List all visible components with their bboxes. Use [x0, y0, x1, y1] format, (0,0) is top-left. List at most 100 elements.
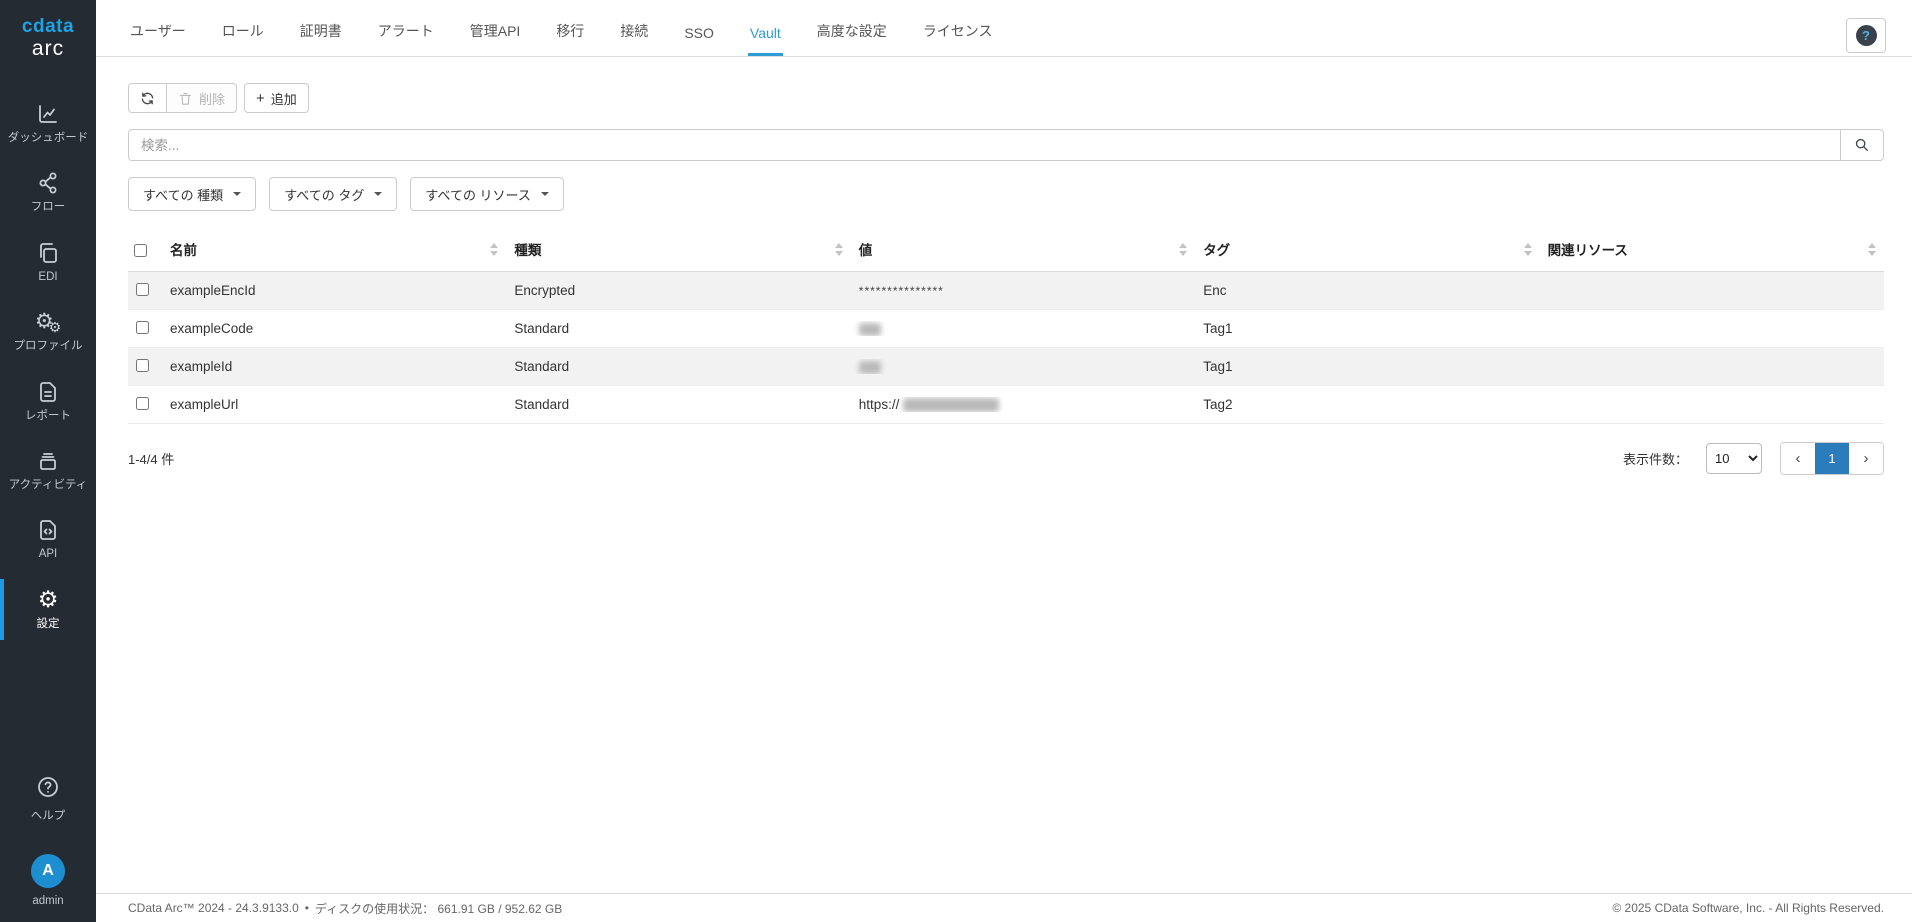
tab-certificates[interactable]: 証明書 — [298, 21, 344, 56]
gear-icon: ⚙ — [37, 586, 59, 613]
sidebar-item-edi[interactable]: EDI — [0, 232, 96, 293]
sidebar-item-settings[interactable]: ⚙ 設定 — [0, 579, 96, 640]
column-label: タグ — [1203, 243, 1231, 258]
cell-tag: Tag2 — [1203, 397, 1233, 412]
disk-usage-text: ディスクの使用状況： 661.91 GB / 952.62 GB — [314, 901, 563, 916]
column-header-type[interactable]: 種類 — [506, 229, 850, 271]
page-number-button[interactable]: 1 — [1815, 443, 1849, 474]
filter-tag-label: すべての タグ — [284, 187, 365, 203]
table-row[interactable]: exampleId Standard Tag1 — [128, 348, 1884, 386]
filter-row: すべての 種類 すべての タグ すべての リソース — [128, 177, 1884, 211]
plus-icon: + — [256, 89, 265, 107]
question-circle-icon — [36, 775, 60, 804]
delete-button[interactable]: 削除 — [166, 83, 238, 113]
column-header-value[interactable]: 値 — [851, 229, 1195, 271]
column-header-tag[interactable]: タグ — [1195, 229, 1539, 271]
filter-resource-dropdown[interactable]: すべての リソース — [410, 177, 564, 211]
redacted-value — [858, 360, 881, 374]
search-button[interactable] — [1840, 129, 1884, 161]
cell-value — [851, 321, 1195, 336]
sort-icon[interactable] — [1867, 242, 1876, 256]
next-page-button[interactable]: › — [1849, 443, 1883, 474]
filter-type-dropdown[interactable]: すべての 種類 — [128, 177, 257, 211]
nav-label: レポート — [25, 409, 71, 422]
cell-name: exampleCode — [170, 321, 254, 336]
table-row[interactable]: exampleEncId Encrypted *************** E… — [128, 272, 1884, 310]
table-body: exampleEncId Encrypted *************** E… — [128, 272, 1884, 424]
column-header-name[interactable]: 名前 — [162, 229, 506, 271]
main-area: ユーザー ロール 証明書 アラート 管理API 移行 接続 SSO Vault … — [96, 0, 1912, 922]
table-row[interactable]: exampleCode Standard Tag1 — [128, 310, 1884, 348]
search-icon — [1855, 138, 1868, 151]
nav-label: フロー — [30, 201, 66, 214]
sidebar-item-flows[interactable]: フロー — [0, 162, 96, 223]
filter-type-label: すべての 種類 — [143, 187, 224, 203]
cell-tag: Tag1 — [1203, 359, 1233, 374]
chart-line-icon — [36, 102, 60, 126]
refresh-button[interactable] — [128, 83, 167, 113]
prev-page-button[interactable]: ‹ — [1781, 443, 1815, 474]
cell-type: Standard — [514, 359, 570, 374]
sidebar: cdata arc ダッシュボード フロー EDI ⚙⚙ プロファイル レポート… — [0, 0, 96, 922]
column-header-related[interactable]: 関連リソース — [1540, 229, 1884, 271]
app-footer: CData Arc™ 2024 - 24.3.9133.0 • ディスクの使用状… — [96, 893, 1912, 922]
table-row[interactable]: exampleUrl Standard https:// Tag2 — [128, 386, 1884, 424]
select-all-checkbox[interactable] — [134, 243, 147, 257]
redacted-value — [858, 322, 881, 336]
nav-label: 設定 — [36, 617, 60, 630]
sidebar-item-reports[interactable]: レポート — [0, 371, 96, 432]
user-menu[interactable]: A admin — [31, 853, 65, 908]
double-gear-icon: ⚙⚙ — [34, 309, 62, 335]
sort-icon[interactable] — [1179, 242, 1188, 256]
sort-icon[interactable] — [1523, 242, 1532, 256]
value-prefix: https:// — [858, 396, 900, 412]
cell-tag: Enc — [1203, 283, 1227, 298]
cell-type: Standard — [514, 397, 570, 412]
vault-table: 名前 種類 値 タグ 関連リソース exampleEncId Encrypted… — [128, 229, 1884, 424]
tab-advanced-settings[interactable]: 高度な設定 — [815, 21, 889, 56]
cell-value: https:// — [851, 396, 1195, 413]
tab-sso[interactable]: SSO — [682, 25, 716, 56]
page-size-label: 表示件数： — [1622, 452, 1688, 467]
tab-alerts[interactable]: アラート — [376, 21, 436, 56]
sidebar-item-dashboard[interactable]: ダッシュボード — [0, 93, 96, 154]
user-avatar: A — [31, 853, 65, 888]
sidebar-item-activity[interactable]: アクティビティ — [0, 440, 96, 501]
cell-name: exampleEncId — [170, 283, 256, 298]
app-version-text: CData Arc™ 2024 - 24.3.9133.0 — [128, 901, 299, 915]
tab-roles[interactable]: ロール — [220, 21, 266, 56]
row-checkbox[interactable] — [136, 396, 149, 410]
tray-stack-icon — [36, 449, 60, 473]
file-code-icon — [36, 518, 60, 542]
cell-value — [851, 359, 1195, 374]
nav-label: API — [38, 548, 58, 561]
search-input[interactable] — [128, 129, 1840, 161]
filter-tag-dropdown[interactable]: すべての タグ — [269, 177, 398, 211]
row-checkbox[interactable] — [136, 282, 149, 296]
file-lines-icon — [36, 380, 60, 404]
tab-licenses[interactable]: ライセンス — [921, 21, 995, 56]
tab-connections[interactable]: 接続 — [618, 21, 650, 56]
tab-admin-api[interactable]: 管理API — [468, 21, 523, 56]
row-checkbox[interactable] — [136, 320, 149, 334]
sidebar-item-help[interactable]: ヘルプ — [28, 767, 69, 831]
copy-icon — [36, 241, 60, 265]
tab-vault[interactable]: Vault — [747, 25, 783, 56]
tab-users[interactable]: ユーザー — [128, 21, 188, 56]
row-checkbox[interactable] — [136, 358, 149, 372]
page-size-select[interactable]: 10 — [1706, 443, 1762, 474]
tab-migration[interactable]: 移行 — [554, 21, 586, 56]
help-button[interactable]: ? — [1846, 18, 1886, 53]
nav-label: アクティビティ — [8, 478, 88, 491]
sidebar-item-profiles[interactable]: ⚙⚙ プロファイル — [0, 301, 96, 362]
copyright-text: © 2025 CData Software, Inc. - All Rights… — [1612, 901, 1884, 915]
add-button[interactable]: + 追加 — [244, 83, 309, 113]
column-label: 値 — [858, 243, 873, 258]
nav-label: ダッシュボード — [7, 132, 89, 144]
pager-area: 表示件数： 10 ‹ 1 › — [1623, 442, 1884, 475]
sidebar-item-api[interactable]: API — [0, 509, 96, 570]
cell-type: Encrypted — [514, 283, 576, 298]
sort-icon[interactable] — [834, 242, 843, 256]
sort-icon[interactable] — [490, 242, 499, 256]
app-logo[interactable]: cdata arc — [0, 0, 96, 71]
